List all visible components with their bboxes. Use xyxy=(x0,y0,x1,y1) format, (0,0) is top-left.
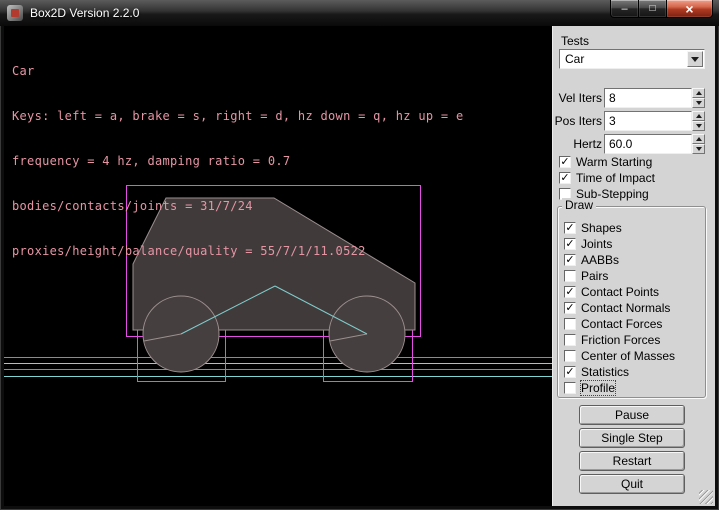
maximize-icon: □ xyxy=(649,3,655,14)
checkbox-center-of-masses[interactable]: Center of Masses xyxy=(564,349,709,364)
checkbox-label: Contact Normals xyxy=(581,301,670,315)
hertz-spinner: Hertz 60.0 xyxy=(553,134,716,154)
window-controls: – □ × xyxy=(610,0,713,18)
minimize-icon: – xyxy=(621,3,627,15)
tests-label: Tests xyxy=(561,34,589,48)
checkbox-warm-starting[interactable]: ✓ Warm Starting xyxy=(559,155,704,170)
test-select-value: Car xyxy=(565,52,584,66)
checkbox-contact-points[interactable]: ✓ Contact Points xyxy=(564,285,709,300)
arrow-up-icon xyxy=(696,137,702,141)
vel-iters-input[interactable]: 8 xyxy=(604,88,692,108)
checkbox-box[interactable] xyxy=(564,318,576,330)
checkbox-box[interactable]: ✓ xyxy=(564,238,576,250)
checkbox-label: Contact Forces xyxy=(581,317,662,331)
pause-button[interactable]: Pause xyxy=(579,405,685,425)
checkbox-box[interactable] xyxy=(564,334,576,346)
keys-help-text: Keys: left = a, brake = s, right = d, hz… xyxy=(12,109,463,124)
arrow-down-icon xyxy=(696,147,702,151)
vel-iters-spin-buttons xyxy=(692,88,705,108)
maximize-button[interactable]: □ xyxy=(639,0,667,18)
bodies-stats-text: bodies/contacts/joints = 31/7/24 xyxy=(12,199,463,214)
app-window: Box2D Version 2.2.0 – □ × xyxy=(0,0,719,510)
checkbox-time-of-impact[interactable]: ✓ Time of Impact xyxy=(559,171,704,186)
checkbox-box[interactable] xyxy=(564,270,576,282)
checkbox-label: Statistics xyxy=(581,365,629,379)
checkbox-box[interactable]: ✓ xyxy=(564,286,576,298)
arrow-down-icon xyxy=(696,124,702,128)
pos-iters-spin-up-button[interactable] xyxy=(692,111,705,121)
frequency-text: frequency = 4 hz, damping ratio = 0.7 xyxy=(12,154,463,169)
checkbox-pairs[interactable]: Pairs xyxy=(564,269,709,284)
checkbox-joints[interactable]: ✓ Joints xyxy=(564,237,709,252)
checkbox-label: Center of Masses xyxy=(581,349,675,363)
draw-group: ✓ Shapes ✓ Joints ✓ AABBs Pairs ✓ Contac… xyxy=(557,206,706,398)
pos-iters-spinner: Pos Iters 3 xyxy=(553,111,716,131)
checkbox-label: Profile xyxy=(581,381,615,395)
test-title-text: Car xyxy=(12,64,463,79)
checkbox-box[interactable]: ✓ xyxy=(564,366,576,378)
proxies-stats-text: proxies/height/balance/quality = 55/7/1/… xyxy=(12,244,463,259)
checkbox-aabbs[interactable]: ✓ AABBs xyxy=(564,253,709,268)
vel-iters-spin-up-button[interactable] xyxy=(692,88,705,98)
quit-button[interactable]: Quit xyxy=(579,474,685,494)
checkbox-label: Pairs xyxy=(581,269,608,283)
single-step-button[interactable]: Single Step xyxy=(579,428,685,448)
simulation-canvas[interactable]: Car Keys: left = a, brake = s, right = d… xyxy=(4,26,552,506)
checkbox-box[interactable]: ✓ xyxy=(564,222,576,234)
control-panel: Tests Car Vel Iters 8 Pos Iters 3 H xyxy=(552,26,715,506)
hertz-label: Hertz xyxy=(573,137,602,151)
checkbox-label: Joints xyxy=(581,237,612,251)
vel-iters-spinner: Vel Iters 8 xyxy=(553,88,716,108)
titlebar[interactable]: Box2D Version 2.2.0 – □ × xyxy=(0,0,719,26)
hertz-spin-buttons xyxy=(692,134,705,154)
pos-iters-spin-buttons xyxy=(692,111,705,131)
close-button[interactable]: × xyxy=(667,0,713,18)
checkbox-box[interactable] xyxy=(564,382,576,394)
pos-iters-label: Pos Iters xyxy=(555,114,602,128)
pos-iters-spin-down-button[interactable] xyxy=(692,121,705,131)
checkbox-label: Shapes xyxy=(581,221,622,235)
restart-button[interactable]: Restart xyxy=(579,451,685,471)
checkbox-statistics[interactable]: ✓ Statistics xyxy=(564,365,709,380)
arrow-down-icon xyxy=(696,101,702,105)
checkbox-contact-normals[interactable]: ✓ Contact Normals xyxy=(564,301,709,316)
checkbox-label: AABBs xyxy=(581,253,619,267)
minimize-button[interactable]: – xyxy=(610,0,639,18)
chevron-down-icon xyxy=(691,57,699,62)
checkbox-friction-forces[interactable]: Friction Forces xyxy=(564,333,709,348)
draw-group-label: Draw xyxy=(562,198,596,212)
arrow-up-icon xyxy=(696,91,702,95)
checkbox-shapes[interactable]: ✓ Shapes xyxy=(564,221,709,236)
checkbox-label: Contact Points xyxy=(581,285,659,299)
arrow-up-icon xyxy=(696,114,702,118)
vel-iters-spin-down-button[interactable] xyxy=(692,98,705,108)
checkbox-label: Time of Impact xyxy=(576,171,655,185)
pos-iters-input[interactable]: 3 xyxy=(604,111,692,131)
hertz-spin-down-button[interactable] xyxy=(692,144,705,154)
checkbox-box[interactable] xyxy=(564,350,576,362)
checkbox-contact-forces[interactable]: Contact Forces xyxy=(564,317,709,332)
test-select[interactable]: Car xyxy=(559,49,705,69)
hertz-spin-up-button[interactable] xyxy=(692,134,705,144)
window-title: Box2D Version 2.2.0 xyxy=(30,6,139,20)
close-icon: × xyxy=(685,1,693,17)
checkbox-box[interactable]: ✓ xyxy=(564,302,576,314)
resize-grip[interactable] xyxy=(699,490,713,504)
checkbox-label: Warm Starting xyxy=(576,155,652,169)
vel-iters-label: Vel Iters xyxy=(559,91,602,105)
debug-text: Car Keys: left = a, brake = s, right = d… xyxy=(12,34,463,289)
test-select-dropdown-button[interactable] xyxy=(687,51,703,67)
checkbox-box[interactable]: ✓ xyxy=(564,254,576,266)
checkbox-profile[interactable]: Profile xyxy=(564,381,709,396)
checkbox-label: Friction Forces xyxy=(581,333,660,347)
hertz-input[interactable]: 60.0 xyxy=(604,134,692,154)
app-icon xyxy=(7,5,23,21)
checkbox-box[interactable]: ✓ xyxy=(559,156,571,168)
checkbox-box[interactable]: ✓ xyxy=(559,172,571,184)
